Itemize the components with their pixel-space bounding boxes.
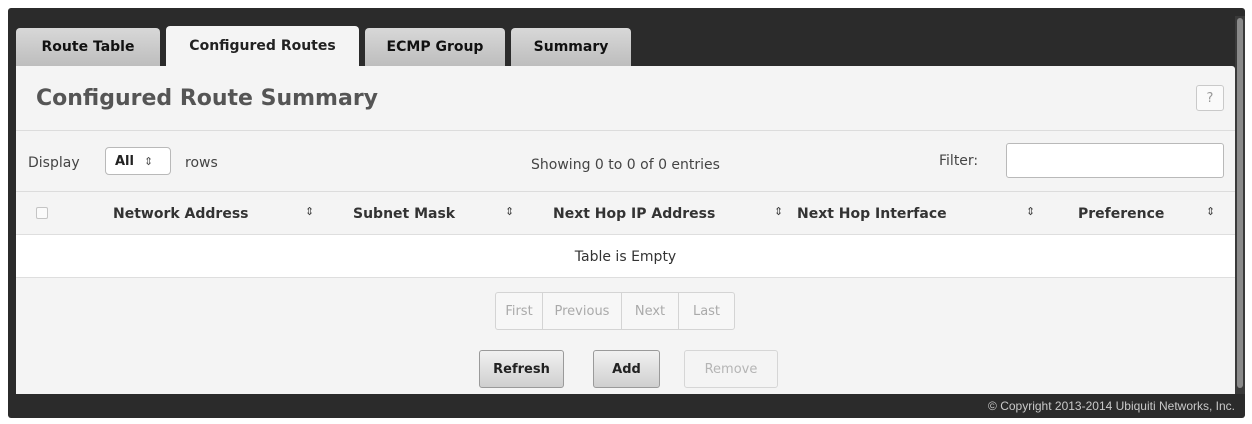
tab-configured-routes[interactable]: Configured Routes — [166, 26, 359, 66]
copyright-text: © Copyright 2013-2014 Ubiquiti Networks,… — [988, 399, 1235, 413]
column-header-next-hop-interface[interactable]: Next Hop Interface — [797, 206, 947, 222]
pager-last-button[interactable]: Last — [679, 293, 734, 329]
footer: © Copyright 2013-2014 Ubiquiti Networks,… — [8, 394, 1245, 418]
add-button[interactable]: Add — [593, 350, 660, 388]
scrollbar-thumb[interactable] — [1237, 18, 1243, 388]
tab-bar: Route Table Configured Routes ECMP Group… — [16, 19, 637, 66]
sort-icon[interactable]: ⇕ — [505, 205, 514, 218]
filter-input[interactable] — [1006, 143, 1224, 178]
table-empty-text: Table is Empty — [574, 249, 677, 265]
table-empty-row: Table is Empty — [16, 234, 1235, 278]
app-frame: Route Table Configured Routes ECMP Group… — [8, 8, 1245, 418]
pager-next-button[interactable]: Next — [622, 293, 679, 329]
tab-route-table[interactable]: Route Table — [16, 28, 160, 66]
column-header-preference[interactable]: Preference — [1078, 206, 1164, 222]
content-panel: Configured Route Summary ? Display All ⇕… — [16, 66, 1235, 394]
sort-icon[interactable]: ⇕ — [305, 205, 314, 218]
help-button[interactable]: ? — [1196, 85, 1224, 111]
sort-icon[interactable]: ⇕ — [1206, 205, 1215, 218]
column-header-network-address[interactable]: Network Address — [113, 206, 249, 222]
column-header-subnet-mask[interactable]: Subnet Mask — [353, 206, 455, 222]
pager-previous-button[interactable]: Previous — [543, 293, 622, 329]
remove-button[interactable]: Remove — [684, 350, 778, 388]
table-header: Network Address ⇕ Subnet Mask ⇕ Next Hop… — [16, 192, 1235, 234]
divider — [16, 130, 1235, 131]
select-all-checkbox[interactable] — [36, 207, 48, 219]
scrollbar[interactable] — [1235, 16, 1245, 394]
column-header-next-hop-ip[interactable]: Next Hop IP Address — [553, 206, 715, 222]
pagination: First Previous Next Last — [495, 292, 735, 330]
pager-first-button[interactable]: First — [496, 293, 543, 329]
filter-label: Filter: — [939, 153, 979, 169]
sort-icon[interactable]: ⇕ — [1026, 205, 1035, 218]
sort-icon[interactable]: ⇕ — [774, 205, 783, 218]
tab-ecmp-group[interactable]: ECMP Group — [365, 28, 505, 66]
page-title: Configured Route Summary — [36, 86, 379, 111]
tab-summary[interactable]: Summary — [511, 28, 631, 66]
refresh-button[interactable]: Refresh — [479, 350, 564, 388]
